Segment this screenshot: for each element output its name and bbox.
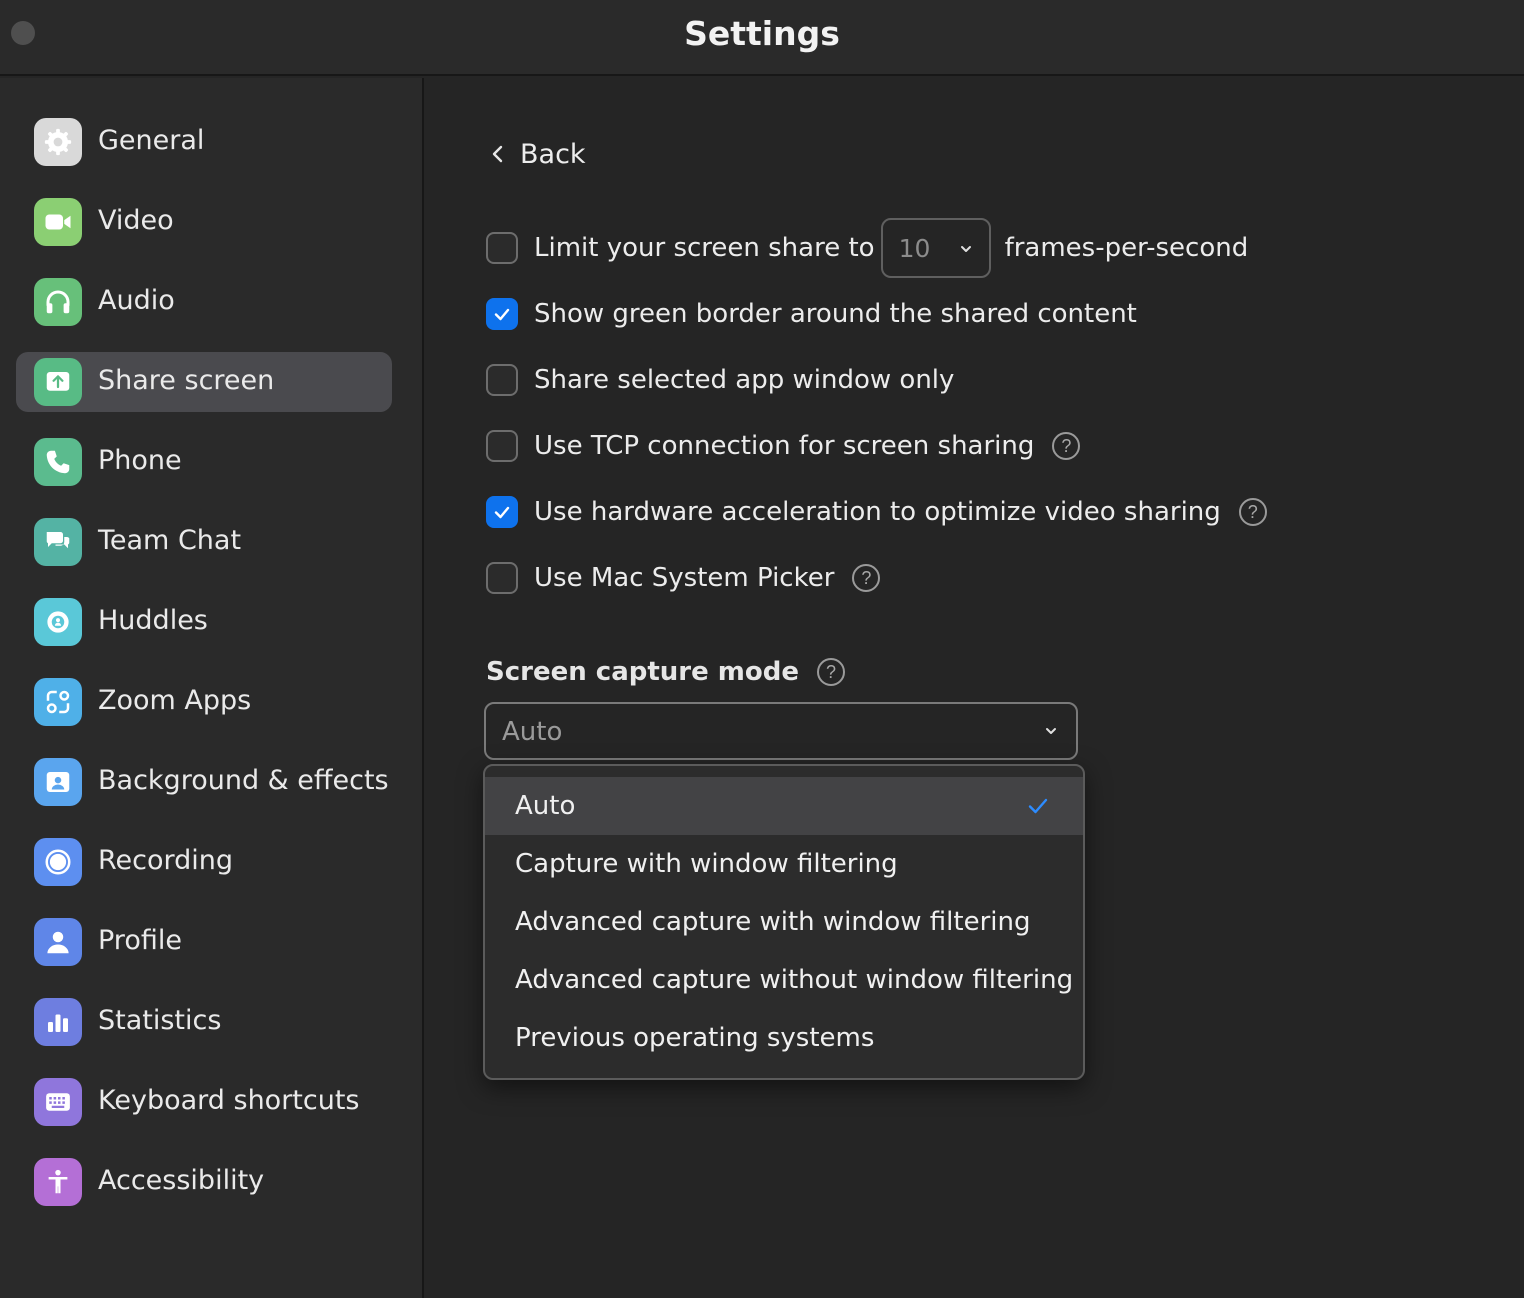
tcp-checkbox[interactable] xyxy=(486,430,518,462)
dropdown-option-previous-os[interactable]: Previous operating systems xyxy=(485,1009,1083,1067)
sidebar-item-general[interactable]: General xyxy=(16,112,392,172)
option-limit-fps: Limit your screen share to 10 frames-per… xyxy=(486,218,1249,278)
sidebar-item-accessibility[interactable]: Accessibility xyxy=(16,1152,392,1212)
phone-icon xyxy=(34,438,82,486)
sidebar: General Video Audio Share screen Phone T… xyxy=(0,78,424,1298)
mac-picker-label: Use Mac System Picker xyxy=(534,563,835,593)
chat-bubbles-icon xyxy=(34,518,82,566)
sidebar-item-keyboard-shortcuts[interactable]: Keyboard shortcuts xyxy=(16,1072,392,1132)
dropdown-option-advanced-with-filtering[interactable]: Advanced capture with window filtering xyxy=(485,893,1083,951)
sidebar-item-label: Keyboard shortcuts xyxy=(98,1085,360,1116)
sidebar-item-phone[interactable]: Phone xyxy=(16,432,392,492)
option-hw-accel: Use hardware acceleration to optimize vi… xyxy=(486,490,1267,534)
background-person-icon xyxy=(34,758,82,806)
sidebar-item-huddles[interactable]: Huddles xyxy=(16,592,392,652)
sidebar-item-label: Team Chat xyxy=(98,525,242,556)
sidebar-item-zoom-apps[interactable]: Zoom Apps xyxy=(16,672,392,732)
dropdown-option-label: Previous operating systems xyxy=(515,1023,875,1053)
share-screen-icon xyxy=(34,358,82,406)
settings-panel: Back Limit your screen share to 10 frame… xyxy=(426,78,1524,1298)
apps-icon xyxy=(34,678,82,726)
record-icon xyxy=(34,838,82,886)
help-icon[interactable]: ? xyxy=(852,564,881,592)
sidebar-item-share-screen[interactable]: Share screen xyxy=(16,352,392,412)
dropdown-option-auto[interactable]: Auto xyxy=(485,777,1083,835)
sidebar-item-label: Huddles xyxy=(98,605,208,636)
selected-app-checkbox[interactable] xyxy=(486,364,518,396)
sidebar-item-background-effects[interactable]: Background & effects xyxy=(16,752,392,812)
help-icon[interactable]: ? xyxy=(1052,432,1081,460)
sidebar-item-profile[interactable]: Profile xyxy=(16,912,392,972)
option-selected-app: Share selected app window only xyxy=(486,358,954,402)
sidebar-item-team-chat[interactable]: Team Chat xyxy=(16,512,392,572)
fps-select-value: 10 xyxy=(898,234,931,263)
sidebar-item-video[interactable]: Video xyxy=(16,192,392,252)
back-button[interactable]: Back xyxy=(488,136,586,172)
sidebar-item-label: Statistics xyxy=(98,1005,222,1036)
mac-picker-checkbox[interactable] xyxy=(486,562,518,594)
chevron-down-icon xyxy=(960,246,971,252)
capture-mode-value: Auto xyxy=(502,717,563,747)
sidebar-item-label: Video xyxy=(98,205,174,236)
keyboard-icon xyxy=(34,1078,82,1126)
checkmark-icon xyxy=(1028,798,1048,814)
checkmark-icon xyxy=(494,506,510,519)
sidebar-item-label: Background & effects xyxy=(98,765,389,796)
sidebar-item-label: General xyxy=(98,125,205,156)
sidebar-item-label: Recording xyxy=(98,845,234,876)
sidebar-item-label: Profile xyxy=(98,925,182,956)
option-mac-picker: Use Mac System Picker ? xyxy=(486,556,881,600)
limit-fps-checkbox[interactable] xyxy=(486,232,518,264)
sidebar-item-recording[interactable]: Recording xyxy=(16,832,392,892)
dropdown-option-label: Capture with window filtering xyxy=(515,849,898,879)
checkmark-icon xyxy=(494,308,510,321)
window-title: Settings xyxy=(684,14,840,53)
fps-suffix-label: frames-per-second xyxy=(1004,233,1249,263)
fps-select[interactable]: 10 xyxy=(880,218,991,278)
sidebar-item-label: Share screen xyxy=(98,365,275,396)
dropdown-option-label: Advanced capture without window filterin… xyxy=(515,965,1074,995)
dropdown-option-window-filtering[interactable]: Capture with window filtering xyxy=(485,835,1083,893)
chevron-left-icon xyxy=(492,145,503,163)
sidebar-item-label: Audio xyxy=(98,285,175,316)
green-border-checkbox[interactable] xyxy=(486,298,518,330)
dropdown-option-advanced-without-filtering[interactable]: Advanced capture without window filterin… xyxy=(485,951,1083,1009)
capture-mode-title: Screen capture mode xyxy=(486,657,800,687)
gear-icon xyxy=(34,118,82,166)
accessibility-icon xyxy=(34,1158,82,1206)
hw-accel-checkbox[interactable] xyxy=(486,496,518,528)
sidebar-item-audio[interactable]: Audio xyxy=(16,272,392,332)
selected-app-label: Share selected app window only xyxy=(534,365,955,395)
video-camera-icon xyxy=(34,198,82,246)
option-tcp: Use TCP connection for screen sharing ? xyxy=(486,424,1081,468)
sidebar-item-statistics[interactable]: Statistics xyxy=(16,992,392,1052)
back-label: Back xyxy=(520,138,586,170)
capture-mode-dropdown: Auto Capture with window filtering Advan… xyxy=(483,764,1085,1080)
sidebar-item-label: Phone xyxy=(98,445,182,476)
sidebar-item-label: Accessibility xyxy=(98,1165,265,1196)
headphones-icon xyxy=(34,278,82,326)
chevron-down-icon xyxy=(1046,728,1056,734)
help-icon[interactable]: ? xyxy=(817,658,846,686)
capture-mode-select[interactable]: Auto xyxy=(484,702,1078,760)
title-bar: Settings xyxy=(0,0,1524,76)
tcp-label: Use TCP connection for screen sharing xyxy=(534,431,1035,461)
profile-person-icon xyxy=(34,918,82,966)
huddles-icon xyxy=(34,598,82,646)
limit-fps-label: Limit your screen share to xyxy=(534,233,875,263)
green-border-label: Show green border around the shared cont… xyxy=(534,299,1137,329)
bar-chart-icon xyxy=(34,998,82,1046)
dropdown-option-label: Auto xyxy=(515,791,576,821)
dropdown-option-label: Advanced capture with window filtering xyxy=(515,907,1031,937)
option-green-border: Show green border around the shared cont… xyxy=(486,292,1137,336)
help-icon[interactable]: ? xyxy=(1238,498,1267,526)
sidebar-item-label: Zoom Apps xyxy=(98,685,252,716)
capture-mode-section: Screen capture mode ? xyxy=(486,652,846,692)
hw-accel-label: Use hardware acceleration to optimize vi… xyxy=(534,497,1221,527)
